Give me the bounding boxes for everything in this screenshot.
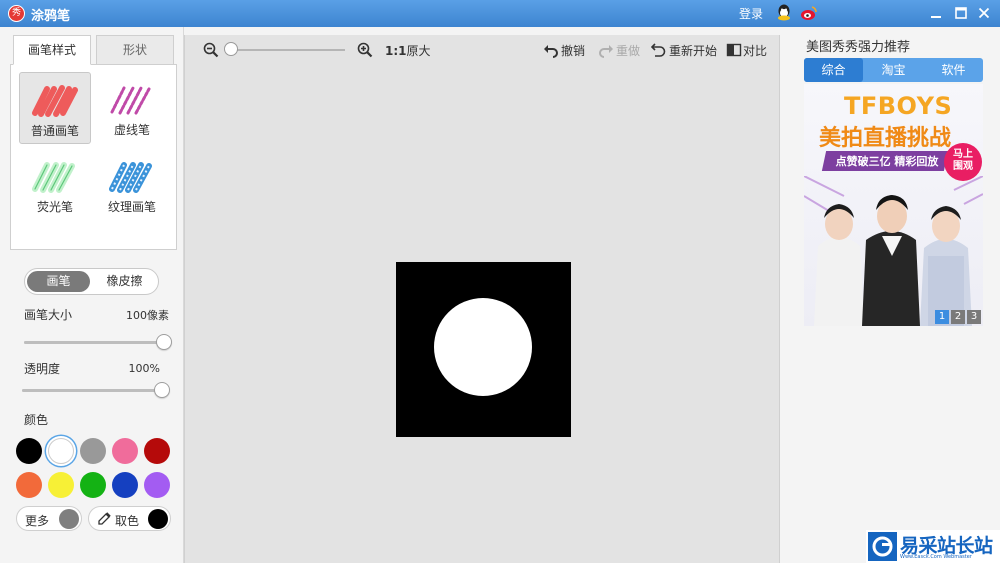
opacity-knob[interactable] <box>154 382 170 398</box>
fluorescent-brush-icon <box>32 162 75 193</box>
color-label: 颜色 <box>24 413 49 427</box>
ad-pager: 123 <box>933 308 981 324</box>
normal-brush-icon <box>32 85 78 117</box>
ad-title: TFBOYS <box>844 92 953 120</box>
pager-item[interactable]: 1 <box>935 310 949 324</box>
redo-icon[interactable] <box>598 42 614 58</box>
restart-icon[interactable] <box>651 42 667 58</box>
drawing-canvas[interactable] <box>396 262 571 437</box>
ad-photo-image <box>804 176 983 326</box>
recommend-tabs: 综合 淘宝 软件 <box>804 58 983 82</box>
tab-shape[interactable]: 形状 <box>96 35 174 65</box>
tab-taobao[interactable]: 淘宝 <box>864 58 923 82</box>
brush-style-box: 普通画笔 虚线笔 荧光笔 纹理画笔 <box>10 64 177 250</box>
more-color-preview <box>59 508 79 529</box>
login-link[interactable]: 登录 <box>739 5 763 22</box>
brush-normal[interactable]: 普通画笔 <box>19 72 91 144</box>
ad-ribbon-text: 点赞破三亿 精彩回放 <box>835 155 939 168</box>
pager-item[interactable]: 3 <box>967 310 981 324</box>
brush-size-label: 画笔大小 <box>24 308 73 322</box>
redo-button[interactable]: 重做 <box>616 42 640 59</box>
color-swatch[interactable] <box>48 472 74 498</box>
ratio-text: 1:1 <box>385 44 407 58</box>
brush-dashed[interactable]: 虚线笔 <box>96 72 168 144</box>
color-swatch[interactable] <box>144 472 170 498</box>
ad-subtitle: 美拍直播挑战 <box>819 126 952 151</box>
left-panel: 画笔样式 形状 普通画笔 虚线笔 荧光笔 纹理画笔 画笔 橡皮擦 画笔大小 10… <box>0 27 184 563</box>
zoom-slider[interactable] <box>229 49 345 51</box>
zoom-knob[interactable] <box>224 42 238 56</box>
recommend-title: 美图秀秀强力推荐 <box>806 40 911 55</box>
brush-fluorescent[interactable]: 荧光笔 <box>19 149 91 221</box>
color-swatch[interactable] <box>16 472 42 498</box>
toolbar: 1:1原大 撤销 重做 重新开始 对比 <box>185 35 781 63</box>
watermark-subtext: Www.Easck.Com Webmaster <box>900 554 972 560</box>
brush-label: 荧光笔 <box>36 200 73 214</box>
canvas-area: 1:1原大 撤销 重做 重新开始 对比 <box>184 35 780 563</box>
opacity-fill <box>22 389 162 392</box>
weibo-icon[interactable] <box>800 4 818 22</box>
title-bar: 秀 涂鸦笔 登录 <box>0 0 1000 27</box>
color-swatch[interactable] <box>80 472 106 498</box>
tab-general[interactable]: 综合 <box>804 58 863 82</box>
ad-badge-line1: 马上 <box>953 149 973 160</box>
window-title: 涂鸦笔 <box>31 9 71 24</box>
pen-eraser-toggle: 画笔 橡皮擦 <box>24 268 159 295</box>
undo-icon[interactable] <box>543 42 559 58</box>
actual-size-button[interactable]: 1:1原大 <box>385 42 431 59</box>
brush-label: 虚线笔 <box>113 123 150 137</box>
texture-brush-icon <box>109 162 152 193</box>
opacity-label: 透明度 <box>24 362 61 376</box>
brush-label: 普通画笔 <box>30 124 79 138</box>
color-swatch[interactable] <box>80 438 106 464</box>
restart-button[interactable]: 重新开始 <box>669 42 717 59</box>
main-area: 画笔样式 形状 普通画笔 虚线笔 荧光笔 纹理画笔 画笔 橡皮擦 画笔大小 10… <box>0 27 1000 563</box>
brush-size-fill <box>24 341 164 344</box>
pen-mode-button[interactable]: 画笔 <box>27 271 90 292</box>
tab-software[interactable]: 软件 <box>924 58 983 82</box>
recommend-panel: 美图秀秀强力推荐 综合 淘宝 软件 TFBOYS 美拍直播挑战 点赞破三亿 精彩… <box>781 27 1000 563</box>
minimize-icon[interactable] <box>927 4 945 22</box>
dashed-brush-icon <box>110 86 151 115</box>
color-swatch[interactable] <box>144 438 170 464</box>
picked-color-preview <box>148 508 168 529</box>
color-picker-label: 取色 <box>115 514 140 528</box>
drawn-circle <box>434 298 532 396</box>
color-picker-button[interactable]: 取色 <box>88 506 171 531</box>
original-size-text: 原大 <box>406 44 431 58</box>
brush-texture[interactable]: 纹理画笔 <box>96 149 168 221</box>
pager-item[interactable]: 2 <box>951 310 965 324</box>
opacity-value: 100% <box>128 362 160 375</box>
brush-size-knob[interactable] <box>156 334 172 350</box>
undo-button[interactable]: 撤销 <box>561 42 585 59</box>
zoom-out-icon[interactable] <box>203 42 219 58</box>
color-swatch[interactable] <box>112 472 138 498</box>
ad-banner[interactable]: TFBOYS 美拍直播挑战 点赞破三亿 精彩回放 马上 围观 1 2 3 <box>804 84 983 326</box>
more-colors-label: 更多 <box>25 514 50 528</box>
eraser-mode-button[interactable]: 橡皮擦 <box>93 271 156 292</box>
maximize-icon[interactable] <box>952 4 970 22</box>
watermark: 易采站长站 Www.Easck.Com Webmaster <box>866 530 1000 563</box>
opacity-slider[interactable] <box>22 389 162 392</box>
close-icon[interactable] <box>975 4 993 22</box>
brush-size-value: 100像素 <box>126 309 169 322</box>
color-swatch[interactable] <box>16 438 42 464</box>
app-logo-icon: 秀 <box>8 5 25 22</box>
zoom-in-icon[interactable] <box>357 42 373 58</box>
more-colors-button[interactable]: 更多 <box>16 506 82 531</box>
color-swatch[interactable] <box>48 438 74 464</box>
compare-button[interactable]: 对比 <box>743 42 767 59</box>
brush-label: 纹理画笔 <box>107 200 156 214</box>
tab-brush-style[interactable]: 画笔样式 <box>13 35 91 65</box>
watermark-logo-icon <box>868 532 897 561</box>
compare-icon[interactable] <box>726 42 742 58</box>
eyedropper-icon <box>98 512 111 525</box>
brush-size-slider[interactable] <box>24 341 164 344</box>
ad-badge-line2: 围观 <box>953 161 973 172</box>
color-swatch[interactable] <box>112 438 138 464</box>
qq-icon[interactable] <box>776 4 792 22</box>
